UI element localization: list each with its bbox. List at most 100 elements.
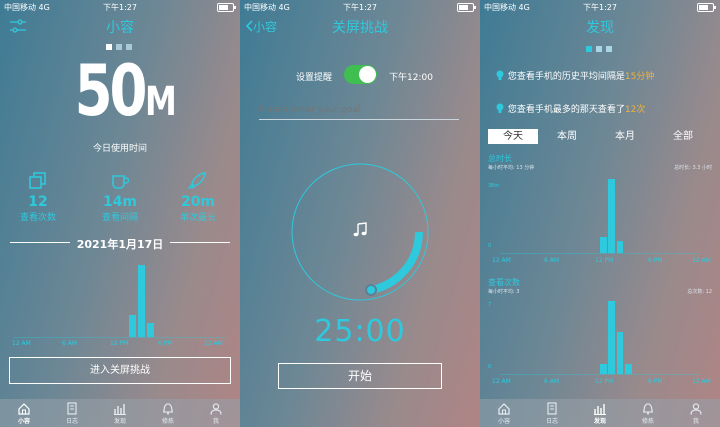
insight-interval: 您查看手机的历史平均间隔是15分钟 [495, 69, 654, 82]
lightbulb-icon [496, 103, 504, 113]
chart-bar [625, 363, 632, 374]
segment-week[interactable]: 本周 [538, 129, 596, 144]
tab-label: 日志 [545, 418, 558, 425]
usage-display: 50M [0, 56, 240, 126]
tab-label: 日志 [65, 418, 78, 425]
tab-log[interactable]: 日志 [528, 399, 576, 427]
start-button[interactable]: 开始 [278, 363, 442, 389]
usage-number: 50 [75, 50, 148, 132]
usage-chart [14, 262, 226, 338]
stat-label: 查看间隔 [101, 213, 138, 223]
axis-tick: 12 AM [12, 340, 31, 347]
music-note-icon[interactable] [352, 222, 368, 238]
y-tick: 0 [488, 364, 492, 370]
document-icon [547, 402, 557, 415]
chart-bar [146, 322, 154, 337]
tab-me[interactable]: 我 [672, 399, 720, 427]
divider [10, 242, 70, 243]
y-tick: 38m [488, 183, 500, 189]
segment-today[interactable]: 今天 [488, 129, 538, 144]
tab-home[interactable]: 小容 [0, 399, 48, 427]
tab-practice[interactable]: 修炼 [624, 399, 672, 427]
count-chart-title: 查看次数 [488, 278, 520, 287]
challenge-screen: 中国移动 4G 下午1:27 小容 关屏挑战 设置提醒 下午12:00 25:0… [240, 0, 480, 427]
chart-bar [600, 363, 607, 374]
status-bar: 中国移动 4G 下午1:27 [480, 0, 720, 14]
chart-bar [600, 237, 607, 253]
bar-chart-icon [114, 404, 126, 415]
page-indicator[interactable] [586, 46, 612, 52]
axis-tick: 6 PM [648, 378, 663, 385]
discover-screen: 中国移动 4G 下午1:27 发现 您查看手机的历史平均间隔是15分钟 您查看手… [480, 0, 720, 427]
tab-label: 小容 [497, 418, 510, 425]
page-title: 关屏挑战 [332, 20, 388, 36]
stat-views: 12 查看次数 [18, 172, 58, 223]
count-chart-subtitle: 每小时平均: 3 [488, 289, 520, 295]
axis-tick: 6 PM [158, 340, 173, 347]
clock: 下午1:27 [343, 3, 377, 12]
segment-all[interactable]: 全部 [654, 129, 712, 144]
page-title: 发现 [586, 20, 614, 36]
insight-text: 您查看手机的历史平均间隔是 [507, 72, 625, 82]
stat-longest: 20m 单次最长 [176, 172, 220, 223]
page-title: 小容 [106, 20, 134, 36]
axis-tick: 12 AM [492, 378, 511, 385]
tab-home[interactable]: 小容 [480, 399, 528, 427]
duration-chart-subtitle: 每小时平均: 13 分钟 [488, 165, 535, 171]
axis-tick: 12 PM [595, 257, 614, 264]
tab-log[interactable]: 日志 [48, 399, 96, 427]
bell-icon [163, 403, 173, 415]
chart-bar [616, 241, 624, 253]
reminder-time[interactable]: 下午12:00 [389, 70, 433, 83]
axis-tick: 12 AM [492, 257, 511, 264]
axis-tick: 6 PM [648, 257, 663, 264]
stat-value: 14m [102, 194, 138, 210]
tab-label: 修炼 [641, 418, 654, 425]
copy-icon [29, 172, 46, 189]
duration-chart-title: 总时长 [488, 154, 512, 163]
enter-challenge-button[interactable]: 进入关屏挑战 [9, 357, 231, 384]
chart-bar [616, 332, 624, 374]
usage-unit: M [144, 79, 177, 125]
y-tick: 7 [488, 302, 492, 308]
chart-baseline [500, 253, 700, 254]
stat-label: 查看次数 [19, 213, 56, 223]
rocket-icon [187, 172, 206, 190]
tab-label: 发现 [593, 418, 606, 425]
tab-discover[interactable]: 发现 [576, 399, 624, 427]
axis-tick: 6 AM [544, 257, 560, 264]
insight-highlight: 12次 [624, 105, 646, 115]
axis-tick: 12 PM [595, 378, 614, 385]
segment-month[interactable]: 本月 [596, 129, 654, 144]
stat-value: 20m [180, 194, 216, 210]
tab-me[interactable]: 我 [192, 399, 240, 427]
battery-icon [697, 3, 716, 12]
tab-label: 小容 [17, 418, 30, 425]
chart-bar [137, 265, 145, 337]
tab-practice[interactable]: 修炼 [144, 399, 192, 427]
tab-label: 我 [692, 418, 699, 425]
count-chart [500, 298, 700, 375]
chart-bar [128, 315, 136, 337]
clock: 下午1:27 [103, 3, 137, 12]
clock: 下午1:27 [583, 3, 617, 12]
chart-bar [608, 179, 615, 253]
divider [170, 242, 230, 243]
stat-interval: 14m 查看间隔 [99, 172, 141, 223]
axis-tick: 12 PM [110, 340, 129, 347]
tab-bar: 小容 日志 发现 修炼 我 [0, 399, 240, 427]
countdown-timer: 25:00 [314, 314, 406, 349]
goal-input[interactable] [259, 101, 459, 120]
duration-chart [500, 176, 700, 254]
user-icon [690, 403, 702, 415]
bell-icon [643, 403, 653, 415]
tab-discover[interactable]: 发现 [96, 399, 144, 427]
home-icon [18, 403, 30, 415]
home-screen: 中国移动 4G 下午1:27 小容 50M 今日使用时间 12 查看次数 14m… [0, 0, 240, 427]
reminder-toggle[interactable] [344, 65, 377, 84]
insight-max: 您查看手机最多的那天查看了12次 [495, 102, 645, 115]
chart-bar [608, 301, 615, 374]
user-icon [210, 403, 222, 415]
tab-bar: 小容 日志 发现 修炼 我 [480, 399, 720, 427]
period-segmented-control: 今天 本周 本月 全部 [488, 129, 714, 144]
